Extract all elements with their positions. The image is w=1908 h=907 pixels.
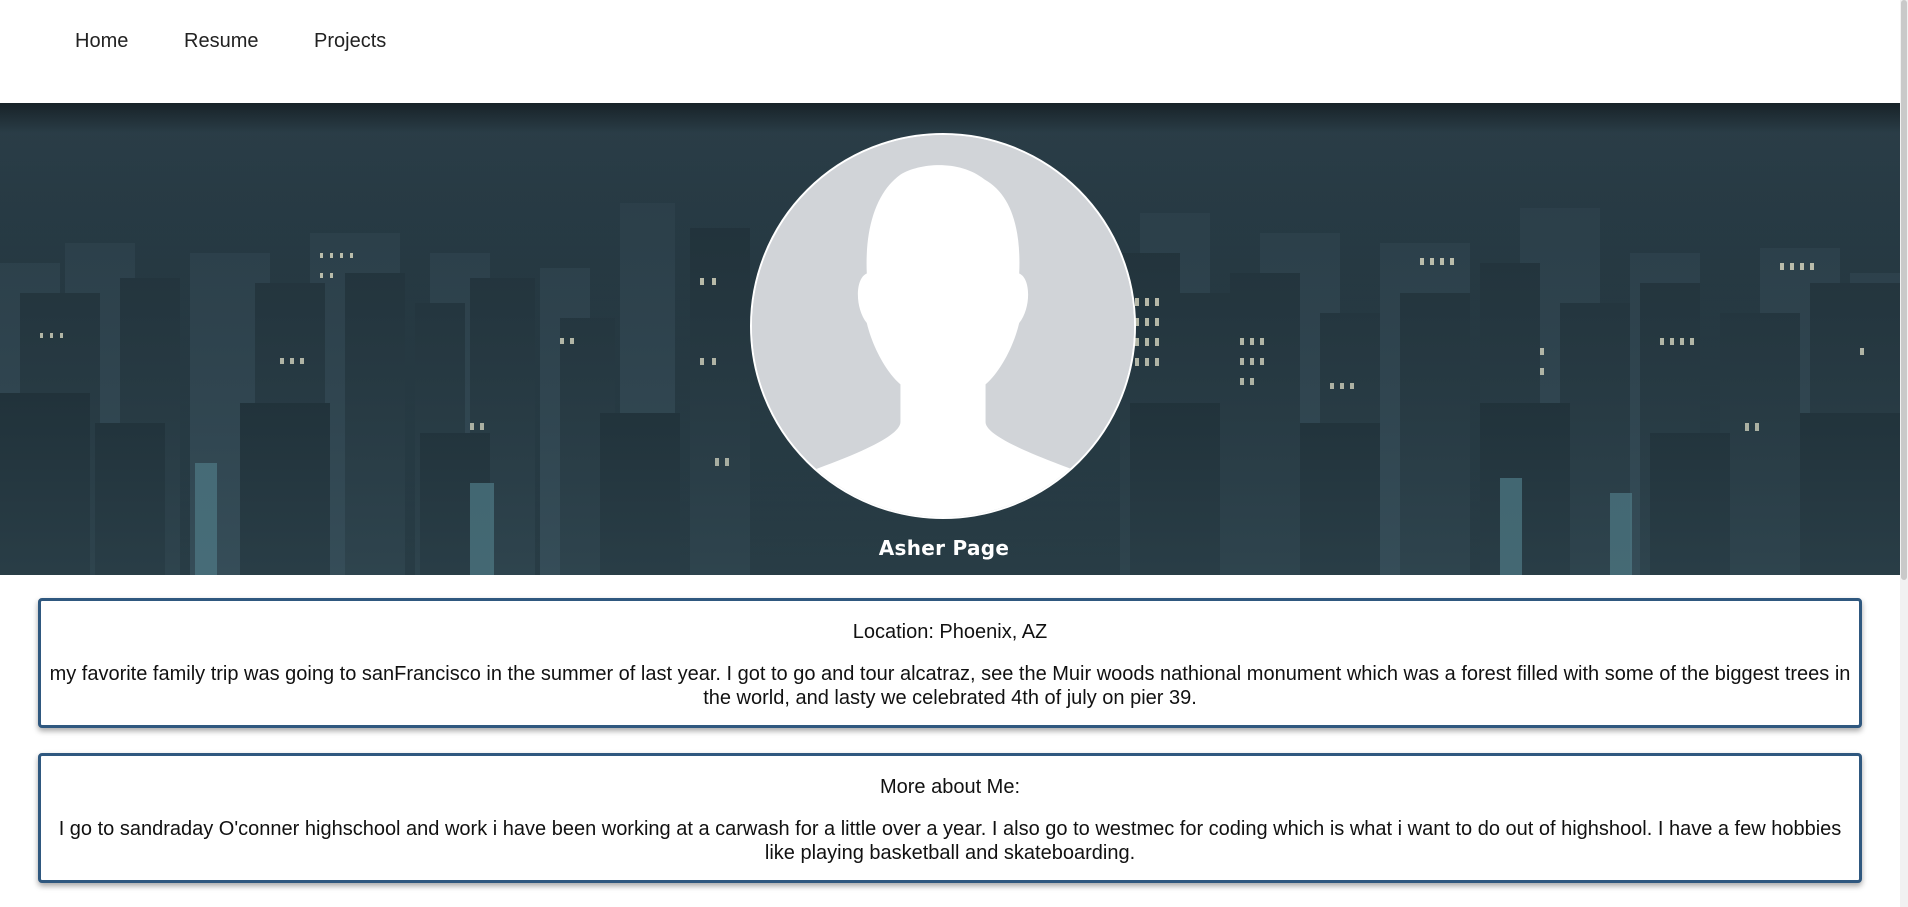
page: Home Resume Projects Asher Page Location…	[0, 0, 1900, 907]
location-title: Location: Phoenix, AZ	[852, 621, 1048, 643]
about-body: I go to sandraday O'conner highschool an…	[58, 818, 1842, 864]
vertical-scrollbar[interactable]	[1900, 0, 1908, 907]
default-user-silhouette-icon	[752, 135, 1134, 517]
hero-top-shadow	[0, 103, 1900, 133]
about-title: More about Me:	[879, 776, 1021, 798]
scrollbar-thumb[interactable]	[1901, 0, 1907, 580]
profile-name: Asher Page	[878, 536, 1010, 560]
nav-projects-link[interactable]: Projects	[314, 30, 386, 53]
nav-resume-link[interactable]: Resume	[184, 30, 258, 53]
location-card: Location: Phoenix, AZ my favorite family…	[38, 598, 1862, 728]
profile-avatar	[750, 133, 1136, 519]
about-card: More about Me: I go to sandraday O'conne…	[38, 753, 1862, 883]
nav-home-link[interactable]: Home	[75, 30, 128, 53]
top-nav: Home Resume Projects	[0, 0, 1900, 103]
location-body: my favorite family trip was going to san…	[49, 663, 1851, 709]
